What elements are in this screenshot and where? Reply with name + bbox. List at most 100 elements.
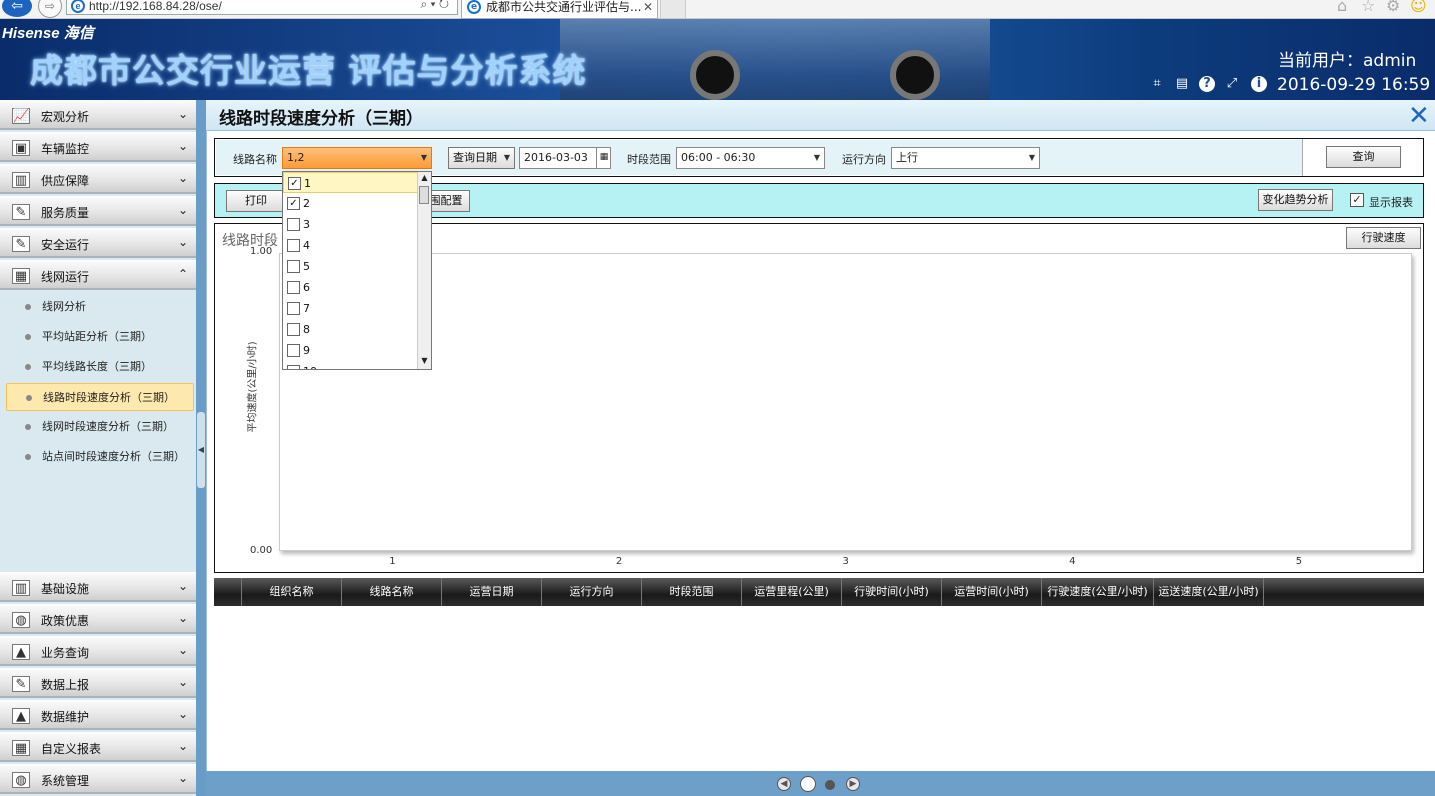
submenu-item[interactable]: 站点间时段速度分析（三期） xyxy=(6,443,194,471)
sidebar-menu-bottom-6[interactable]: ◍ 系统管理 ⌄ xyxy=(0,764,196,794)
sidebar-menu-top-4[interactable]: ✎ 安全运行 ⌄ xyxy=(0,228,196,258)
line-name-select[interactable]: 1,2 ▼ xyxy=(282,147,432,169)
settings-icon[interactable]: ⚙ xyxy=(1386,0,1400,15)
sidebar-menu-bottom-0[interactable]: ▥ 基础设施 ⌄ xyxy=(0,572,196,602)
submenu-item[interactable]: 线网时段速度分析（三期） xyxy=(6,413,194,441)
keyboard-icon[interactable]: ▤ xyxy=(1174,76,1190,92)
page-indicator-icon[interactable] xyxy=(825,780,835,790)
new-tab-button[interactable] xyxy=(660,0,686,19)
show-report-checkbox[interactable]: ✓ xyxy=(1350,193,1364,207)
favorites-icon[interactable]: ☆ xyxy=(1361,0,1375,15)
table-column-header[interactable]: 行驶速度(公里/小时) xyxy=(1042,578,1154,606)
dropdown-option[interactable]: ✓ 2 xyxy=(283,193,419,214)
line-name-label: 线路名称 xyxy=(233,153,277,166)
ie-icon: e xyxy=(71,0,85,13)
dropdown-option[interactable]: 5 xyxy=(283,256,419,277)
table-column-header[interactable]: 运营时间(小时) xyxy=(942,578,1042,606)
sidebar-menu-top-3[interactable]: ✎ 服务质量 ⌄ xyxy=(0,196,196,226)
sidebar-menu-bottom-4[interactable]: ▲ 数据维护 ⌄ xyxy=(0,700,196,730)
date-type-value: 查询日期 xyxy=(453,151,497,164)
submenu-item[interactable]: 平均线路长度（三期） xyxy=(6,353,194,381)
table-column-header[interactable]: 运营日期 xyxy=(442,578,542,606)
calendar-icon[interactable]: ▦ xyxy=(596,147,611,169)
home-icon[interactable]: ⌂ xyxy=(1337,0,1347,15)
chevron-down-icon: ▼ xyxy=(813,153,820,162)
page-title: 线路时段速度分析（三期） xyxy=(219,109,423,129)
submenu-item[interactable]: 线网分析 xyxy=(6,293,194,321)
close-icon[interactable]: ✕ xyxy=(1408,100,1430,132)
prev-page-icon[interactable]: ◀ xyxy=(777,777,791,791)
dropdown-option[interactable]: 7 xyxy=(283,298,419,319)
table-column-header[interactable]: 时段范围 xyxy=(642,578,742,606)
scrollbar-thumb[interactable] xyxy=(419,186,429,204)
supply-icon: ▥ xyxy=(12,172,30,188)
option-label: 6 xyxy=(303,281,310,294)
table-column-header[interactable]: 运营里程(公里) xyxy=(742,578,842,606)
date-type-select[interactable]: 查询日期 ▼ xyxy=(448,147,515,169)
option-checkbox[interactable]: ✓ xyxy=(288,177,301,190)
menu-label: 安全运行 xyxy=(41,238,90,252)
dropdown-option[interactable]: 8 xyxy=(283,319,419,340)
dropdown-option[interactable]: 6 xyxy=(283,277,419,298)
table-column-header[interactable] xyxy=(214,578,242,606)
chevron-down-icon: ⌄ xyxy=(178,611,189,625)
dropdown-option[interactable]: 10 xyxy=(283,361,419,369)
option-checkbox[interactable] xyxy=(287,344,300,357)
driving-speed-button[interactable]: 行驶速度 xyxy=(1346,227,1421,249)
submenu-item[interactable]: 线路时段速度分析（三期） xyxy=(6,383,194,411)
chevron-up-icon: ⌃ xyxy=(178,267,189,281)
sidebar-menu-top-0[interactable]: 📈 宏观分析 ⌄ xyxy=(0,100,196,130)
chart-icon: ▲ xyxy=(12,644,30,660)
page-indicator-icon[interactable] xyxy=(800,776,816,792)
table-column-header[interactable]: 线路名称 xyxy=(342,578,442,606)
option-checkbox[interactable] xyxy=(287,239,300,252)
sidebar-menu-top-2[interactable]: ▥ 供应保障 ⌄ xyxy=(0,164,196,194)
sidebar-menu-bottom-1[interactable]: ◍ 政策优惠 ⌄ xyxy=(0,604,196,634)
edit-icon: ✎ xyxy=(12,676,30,692)
chevron-down-icon: ⌄ xyxy=(178,771,189,785)
sidebar-menu-top-5[interactable]: ▦ 线网运行 ⌃ xyxy=(0,260,196,290)
close-tab-icon[interactable]: ✕ xyxy=(643,0,653,16)
option-checkbox[interactable] xyxy=(287,302,300,315)
browser-tab[interactable]: e 成都市公共交通行业评估与... ✕ xyxy=(461,0,658,19)
table-column-header[interactable]: 行驶时间(小时) xyxy=(842,578,942,606)
line-name-value: 1,2 xyxy=(287,151,305,164)
submenu-item[interactable]: 平均站距分析（三期） xyxy=(6,323,194,351)
dropdown-option[interactable]: 9 xyxy=(283,340,419,361)
fullscreen-icon[interactable]: ⤢ xyxy=(1224,76,1240,92)
option-checkbox[interactable] xyxy=(287,260,300,273)
time-range-select[interactable]: 06:00 - 06:30 ▼ xyxy=(676,147,825,169)
table-column-header[interactable]: 运行方向 xyxy=(542,578,642,606)
dropdown-option[interactable]: 4 xyxy=(283,235,419,256)
trend-analysis-button[interactable]: 变化趋势分析 xyxy=(1258,189,1333,211)
option-checkbox[interactable]: ✓ xyxy=(287,197,300,210)
table-column-header[interactable] xyxy=(1264,578,1424,606)
query-button[interactable]: 查询 xyxy=(1326,146,1401,168)
scroll-up-icon[interactable]: ▲ xyxy=(419,173,430,182)
address-bar[interactable]: e http://192.168.84.28/ose/ ⌕ ▾ ↻ xyxy=(66,0,458,15)
search-refresh-icon[interactable]: ⌕ ▾ ↻ xyxy=(420,0,449,12)
table-column-header[interactable]: 组织名称 xyxy=(242,578,342,606)
crop-icon[interactable]: ⌗ xyxy=(1149,76,1165,92)
sidebar-menu-top-1[interactable]: ▣ 车辆监控 ⌄ xyxy=(0,132,196,162)
option-checkbox[interactable] xyxy=(287,218,300,231)
dropdown-option[interactable]: 3 xyxy=(283,214,419,235)
info-icon[interactable]: i xyxy=(1251,76,1267,92)
smiley-icon[interactable]: ☺ xyxy=(1410,0,1427,15)
option-label: 10 xyxy=(303,365,317,369)
scroll-down-icon[interactable]: ▼ xyxy=(419,356,430,365)
table-column-header[interactable]: 运送速度(公里/小时) xyxy=(1154,578,1264,606)
option-checkbox[interactable] xyxy=(287,281,300,294)
next-page-icon[interactable]: ▶ xyxy=(846,777,860,791)
y-axis-label: 平均速度(公里/小时) xyxy=(247,341,259,433)
direction-select[interactable]: 上行 ▼ xyxy=(891,147,1040,169)
print-button[interactable]: 打印 xyxy=(226,190,286,212)
sidebar-menu-bottom-2[interactable]: ▲ 业务查询 ⌄ xyxy=(0,636,196,666)
sidebar-menu-bottom-3[interactable]: ✎ 数据上报 ⌄ xyxy=(0,668,196,698)
help-icon[interactable]: ? xyxy=(1199,76,1215,92)
sidebar-menu-bottom-5[interactable]: ▦ 自定义报表 ⌄ xyxy=(0,732,196,762)
option-checkbox[interactable] xyxy=(287,323,300,336)
collapse-sidebar-button[interactable]: ◀ xyxy=(197,412,205,488)
option-checkbox[interactable] xyxy=(287,365,300,369)
dropdown-option[interactable]: ✓ 1 xyxy=(283,172,419,193)
